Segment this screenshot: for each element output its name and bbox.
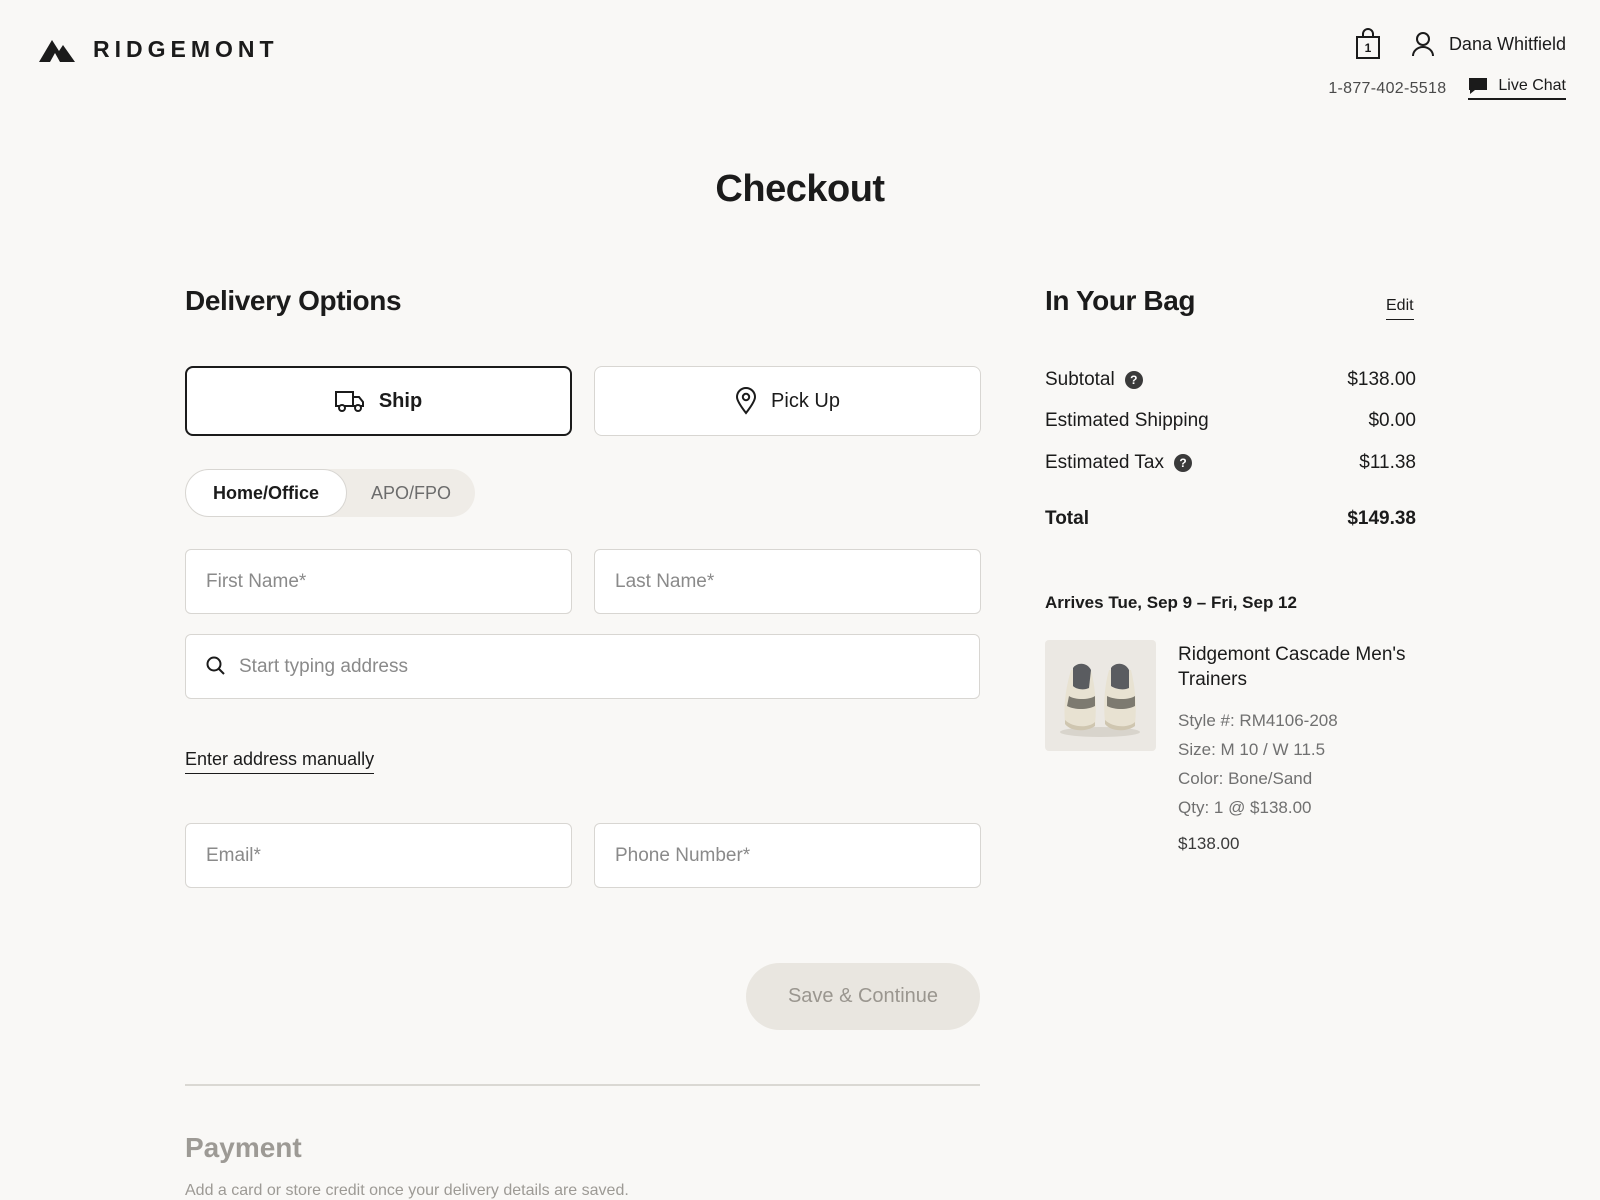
subtotal-help-icon[interactable]: ?: [1124, 371, 1143, 389]
brand-logo[interactable]: RIDGEMONT: [39, 36, 279, 63]
ship-option[interactable]: Ship: [185, 366, 572, 436]
product-price: $138.00: [1178, 834, 1240, 853]
tax-label: Estimated Tax: [1045, 452, 1164, 473]
brand-name: RIDGEMONT: [93, 36, 279, 62]
total-value: $149.38: [1347, 508, 1416, 529]
support-phone[interactable]: 1-877-402-5518: [1328, 80, 1446, 98]
product-style: Style #: RM4106-208: [1178, 711, 1338, 730]
product-qty: Qty: 1 @ $138.00: [1178, 798, 1312, 817]
payment-note: Add a card or store credit once your del…: [185, 1182, 629, 1199]
bag-title: In Your Bag: [1045, 285, 1196, 316]
live-chat-label: Live Chat: [1498, 77, 1566, 94]
account-menu[interactable]: Dana Whitfield: [1411, 31, 1566, 57]
product-size: Size: M 10 / W 11.5: [1178, 740, 1326, 759]
ship-label: Ship: [378, 389, 423, 412]
subtotal-label: Subtotal: [1045, 369, 1115, 390]
tax-value: $11.38: [1359, 452, 1416, 473]
address-search: [185, 634, 980, 699]
address-type-toggle: Home/Office APO/FPO: [185, 469, 475, 517]
total-row: Total $149.38: [1045, 508, 1416, 530]
bag-count-badge: 1: [1364, 41, 1372, 55]
sneakers-image: [1060, 663, 1140, 737]
live-chat-link[interactable]: Live Chat: [1468, 77, 1566, 100]
subtotal-value: $138.00: [1347, 369, 1416, 390]
search-icon: [206, 656, 225, 675]
enter-address-manually-link[interactable]: Enter address manually: [185, 749, 375, 774]
first-name-field[interactable]: [185, 549, 572, 614]
support-bar: 1-877-402-5518 Live Chat: [1328, 77, 1566, 100]
last-name-field[interactable]: [594, 549, 981, 614]
phone-number-field[interactable]: [594, 823, 981, 888]
section-divider: [185, 1084, 980, 1086]
email-field[interactable]: [185, 823, 572, 888]
apo-fpo-tab[interactable]: APO/FPO: [347, 469, 475, 517]
edit-bag-link[interactable]: Edit: [1386, 297, 1414, 320]
subtotal-row: Subtotal ? $138.00: [1045, 369, 1416, 391]
shipping-value: $0.00: [1368, 410, 1416, 431]
mountain-logo-icon: [39, 39, 75, 62]
shipping-label: Estimated Shipping: [1045, 410, 1209, 431]
pickup-label: Pick Up: [771, 389, 840, 412]
arrival-estimate: Arrives Tue, Sep 9 – Fri, Sep 12: [1045, 593, 1297, 612]
tax-row: Estimated Tax ? $11.38: [1045, 452, 1416, 474]
product-color: Color: Bone/Sand: [1178, 769, 1313, 788]
save-continue-button[interactable]: Save & Continue: [746, 963, 980, 1030]
page-title: Checkout: [715, 168, 885, 210]
delivery-options-title: Delivery Options: [185, 285, 402, 316]
pickup-option[interactable]: Pick Up: [594, 366, 981, 436]
product-name[interactable]: Ridgemont Cascade Men's Trainers: [1178, 642, 1428, 692]
home-office-tab[interactable]: Home/Office: [185, 469, 347, 517]
payment-title: Payment: [185, 1132, 302, 1163]
location-pin-icon: [736, 387, 757, 415]
total-label: Total: [1045, 508, 1089, 529]
product-thumbnail[interactable]: [1045, 640, 1156, 751]
shopping-bag-icon[interactable]: 1: [1355, 28, 1381, 60]
truck-icon: [334, 391, 364, 412]
tax-help-icon[interactable]: ?: [1173, 454, 1192, 472]
user-name: Dana Whitfield: [1448, 33, 1566, 54]
header-actions: 1 Dana Whitfield: [1355, 28, 1566, 60]
chat-bubble-icon: [1469, 78, 1488, 94]
address-search-input[interactable]: [185, 634, 980, 699]
shipping-row: Estimated Shipping $0.00: [1045, 410, 1416, 432]
user-icon: [1411, 32, 1434, 57]
